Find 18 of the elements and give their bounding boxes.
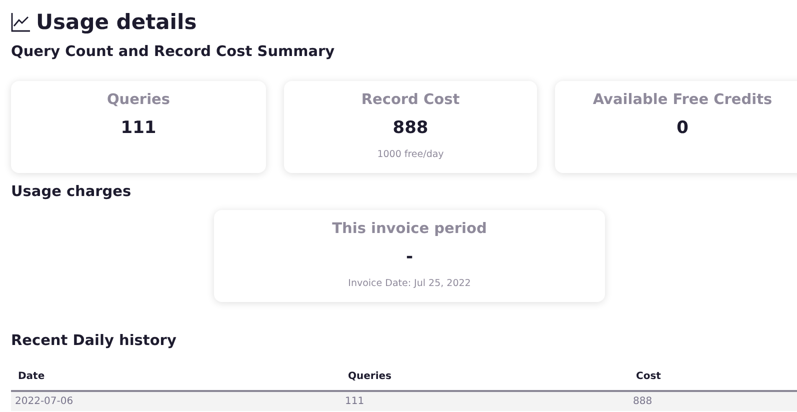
- table-cell: 888: [629, 391, 797, 411]
- table-cell: 111: [341, 391, 629, 411]
- card-note: Invoice Date: Jul 25, 2022: [348, 278, 471, 289]
- card-label: Available Free Credits: [592, 92, 772, 108]
- line-chart-icon: [11, 12, 31, 32]
- table-cell: 2022-07-06: [11, 391, 341, 411]
- card-label: Queries: [106, 92, 170, 108]
- card-value: 888: [392, 118, 428, 138]
- card-value: 0: [676, 118, 688, 138]
- section-heading: Recent Daily history: [11, 333, 178, 349]
- card-value: -: [406, 247, 414, 267]
- card-value: 111: [120, 118, 156, 138]
- card-label: This invoice period: [332, 221, 487, 237]
- section-heading: Usage charges: [11, 184, 132, 200]
- card-note: 1000 free/day: [377, 149, 444, 160]
- section-heading: Query Count and Record Cost Summary: [11, 44, 336, 60]
- page-title: Usage details: [36, 10, 197, 34]
- card-label: Record Cost: [361, 92, 460, 108]
